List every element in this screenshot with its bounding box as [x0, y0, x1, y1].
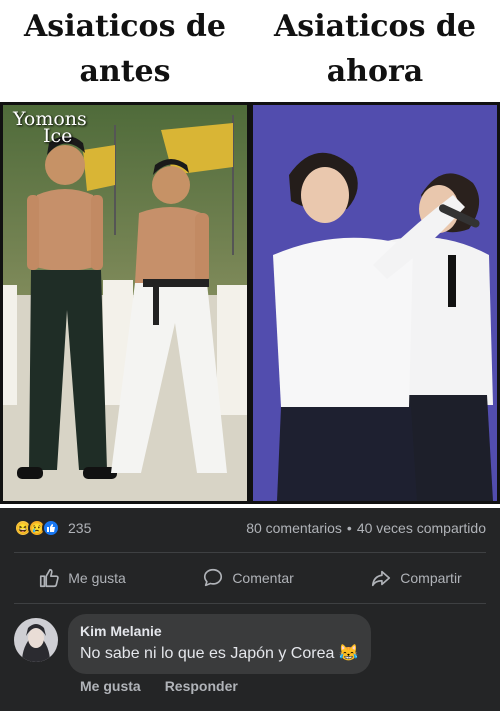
comment-body: No sabe ni lo que es Japón y Corea	[80, 645, 335, 662]
share-button[interactable]: Compartir	[370, 567, 462, 589]
comment-icon	[204, 568, 223, 587]
comment-count[interactable]: 80 comentarios	[246, 520, 342, 536]
left-caption-line1: Asiaticos de	[24, 9, 226, 44]
like-label: Me gusta	[68, 570, 126, 586]
reaction-count[interactable]: 235	[68, 520, 91, 536]
comment-author[interactable]: Kim Melanie	[80, 622, 359, 640]
share-count[interactable]: 40 veces compartido	[357, 520, 486, 536]
post-actions: Me gusta Comentar Compartir	[0, 556, 500, 600]
avatar-photo	[14, 618, 58, 662]
left-caption-line2: antes	[79, 54, 171, 89]
comment-like-button[interactable]: Me gusta	[80, 678, 141, 694]
comment-actions: Me gusta Responder	[80, 678, 238, 694]
share-label: Compartir	[400, 570, 462, 586]
comment-reply-button[interactable]: Responder	[165, 678, 238, 694]
like-icon	[42, 519, 60, 537]
thumbs-up-icon	[40, 568, 60, 588]
post-stats-bar: 😆 😢 235 80 comentarios • 40 veces compar…	[0, 508, 500, 548]
meme-image[interactable]: Asiaticos de antes Asiaticos de ahora Yo…	[0, 0, 500, 508]
left-caption: Asiaticos de antes	[0, 4, 250, 94]
left-photo: Yomons Ice	[0, 102, 250, 504]
share-icon	[372, 570, 391, 587]
stats-divider	[14, 552, 486, 553]
martial-artists-photo	[3, 105, 247, 501]
comment-bubble[interactable]: Kim Melanie No sabe ni lo que es Japón y…	[68, 614, 371, 674]
comment-label: Comentar	[232, 570, 294, 586]
like-button[interactable]: Me gusta	[38, 567, 126, 589]
watermark-line2: Ice	[43, 125, 73, 147]
right-photo	[250, 102, 500, 504]
right-caption-line2: ahora	[326, 54, 424, 89]
avatar[interactable]	[14, 618, 58, 662]
right-caption-line1: Asiaticos de	[274, 9, 476, 44]
watermark: Yomons Ice	[13, 110, 87, 147]
stage-performers-photo	[253, 105, 497, 501]
actions-divider	[14, 603, 486, 604]
reaction-summary[interactable]: 😆 😢 235	[14, 519, 91, 537]
stats-separator: •	[346, 520, 352, 536]
comment-text: No sabe ni lo que es Japón y Corea 😹	[80, 643, 359, 665]
cat-laugh-emoji: 😹	[338, 645, 359, 662]
right-caption: Asiaticos de ahora	[250, 4, 500, 94]
comments-section: Kim Melanie No sabe ni lo que es Japón y…	[0, 608, 500, 711]
comment-button[interactable]: Comentar	[202, 567, 294, 589]
